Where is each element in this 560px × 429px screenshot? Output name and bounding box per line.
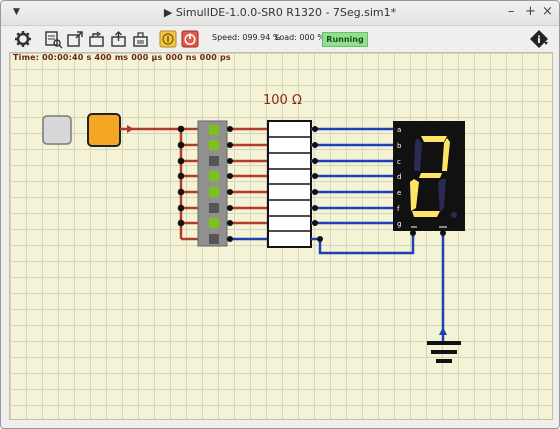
segment-label-g: g (397, 220, 401, 228)
segment-label-b: b (397, 142, 402, 150)
segment-label-a: a (397, 126, 401, 134)
app-window: ▼ ▶ SimulIDE-1.0.0-SR0 R1320 - 7Seg.sim1… (0, 0, 560, 429)
segment-label-d: d (397, 173, 401, 181)
circuit-diagram: a b c d e f g (42, 113, 465, 363)
segment-label-e: e (397, 189, 401, 197)
push-button-off[interactable] (42, 115, 72, 145)
push-button-on[interactable] (87, 113, 121, 147)
segment-label-c: c (397, 158, 401, 166)
led-pins (227, 126, 233, 242)
resistor-pins (312, 126, 323, 242)
ground-wire (410, 230, 447, 341)
led-output-wires (227, 127, 268, 225)
input-wire (120, 125, 183, 239)
ground-symbol (427, 341, 461, 363)
